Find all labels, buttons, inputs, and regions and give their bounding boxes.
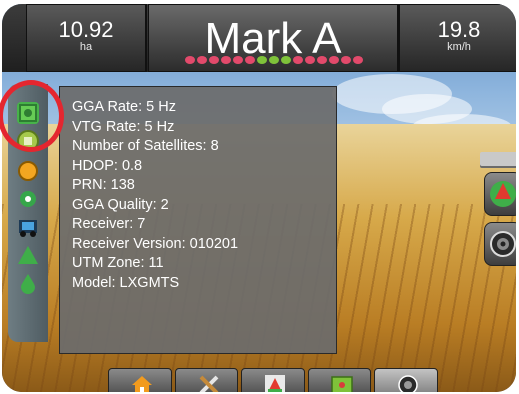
gps-info-line: GGA Rate: 5 Hz <box>72 99 176 115</box>
top-status-bar: 10.92 ha Mark A 19.8 km/h <box>2 4 516 72</box>
home-icon <box>131 375 153 392</box>
page-title: Mark A <box>204 14 342 63</box>
gps-info-line: Model: LXGMTS <box>72 274 180 291</box>
lightbar-led <box>281 56 291 64</box>
speed-unit: km/h <box>447 41 471 53</box>
lightbar-led <box>293 56 303 64</box>
gps-info-line: HDOP: 0.8 <box>72 157 143 174</box>
combine-harvester-image <box>480 152 516 166</box>
boom-icon[interactable] <box>17 188 39 210</box>
perspective-button[interactable] <box>484 172 516 216</box>
camera-tab[interactable] <box>374 368 438 392</box>
tractor-icon[interactable] <box>17 216 39 238</box>
speed-value: 19.8 <box>437 17 481 42</box>
guidance-tab[interactable] <box>241 368 305 392</box>
area-value: 10.92 <box>58 17 114 42</box>
lightbar-led <box>197 56 207 64</box>
bottom-navigation <box>108 368 438 392</box>
home-tab[interactable] <box>108 368 172 392</box>
camera-button[interactable] <box>484 222 516 266</box>
gps-info-line: Receiver: 7 <box>72 216 146 232</box>
lightbar-led <box>233 56 243 64</box>
lightbar-led <box>209 56 219 64</box>
tools-tab[interactable] <box>174 368 239 392</box>
gps-status-popup: GGA Rate: 5 Hz VTG Rate: 5 Hz Number of Sa… <box>59 86 337 354</box>
map-icon <box>331 374 353 392</box>
lightbar-led <box>305 56 315 64</box>
guidance-lightbar <box>174 56 374 66</box>
lightbar-led <box>185 56 195 64</box>
gps-info-line: VTG Rate: 5 Hz <box>72 118 175 135</box>
lightbar-led <box>245 56 255 64</box>
liquid-drop-icon[interactable] <box>17 272 39 294</box>
steering-icon[interactable] <box>17 160 39 182</box>
tools-icon <box>198 374 220 392</box>
guidance-icon <box>264 374 286 392</box>
lightbar-led <box>329 56 339 64</box>
area-readout[interactable]: 10.92 ha <box>26 4 147 72</box>
lightbar-led <box>353 56 363 64</box>
gps-info-line: Number of Satellites: 8 <box>72 138 219 154</box>
map-tab[interactable] <box>307 368 372 392</box>
display-screen: 10.92 ha Mark A 19.8 km/h GGA Rate: 5 Hz… <box>2 4 516 392</box>
gps-info-line: PRN: 138 <box>72 177 135 193</box>
highlight-circle <box>0 80 64 152</box>
camera-icon <box>397 374 419 392</box>
speed-readout[interactable]: 19.8 km/h <box>398 4 516 72</box>
lightbar-led <box>269 56 279 64</box>
gps-info-line: GGA Quality: 2 <box>72 196 169 213</box>
lightbar-led <box>257 56 267 64</box>
area-unit: ha <box>79 41 93 53</box>
triangle-guidance-icon[interactable] <box>17 244 39 266</box>
lightbar-led <box>317 56 327 64</box>
lightbar-led <box>221 56 231 64</box>
gps-info-line: UTM Zone: 11 <box>72 255 164 271</box>
lightbar-led <box>341 56 351 64</box>
gps-info-line: Receiver Version: 010201 <box>72 235 239 252</box>
